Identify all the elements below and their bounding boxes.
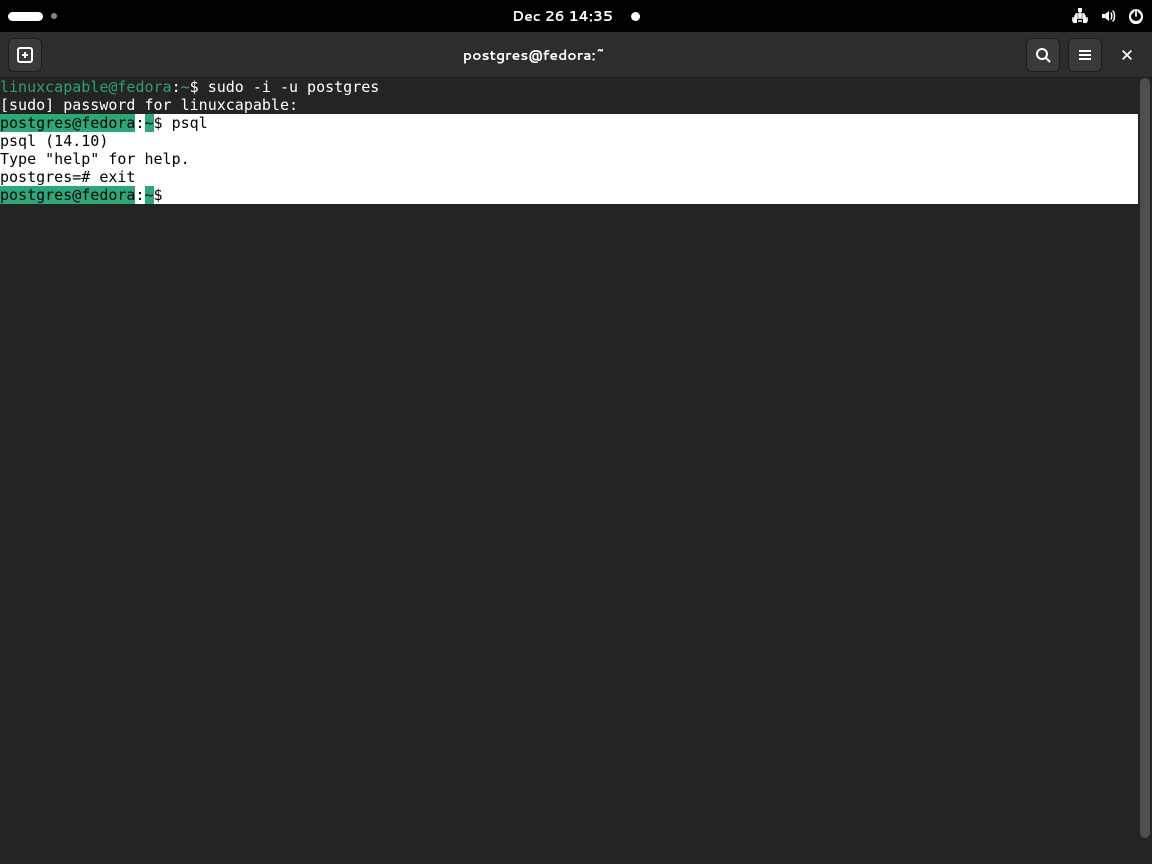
system-tray[interactable] (1072, 8, 1144, 24)
output-text: Type "help" for help. (0, 150, 190, 168)
terminal-line: postgres@fedora:~$ psql (0, 114, 1138, 132)
terminal-header-bar: postgres@fedora:~ (0, 32, 1152, 78)
search-button[interactable] (1026, 38, 1060, 72)
terminal-line: psql (14.10) (0, 132, 1138, 150)
prompt-user: postgres@fedora (0, 186, 135, 204)
prompt-user: linuxcapable@fedora (0, 78, 172, 96)
volume-icon (1100, 8, 1116, 24)
hamburger-icon (1077, 47, 1093, 63)
terminal-line: postgres@fedora:~$ (0, 186, 1138, 204)
close-icon (1120, 48, 1134, 62)
notification-dot-icon (631, 12, 640, 21)
workspace-dot-icon (51, 13, 57, 19)
terminal-line: linuxcapable@fedora:~$ sudo -i -u postgr… (0, 78, 1138, 96)
close-button[interactable] (1110, 38, 1144, 72)
window-title: postgres@fedora:~ (50, 45, 1018, 65)
plus-box-icon (17, 47, 33, 63)
gnome-top-bar: Dec 26 14:35 (0, 0, 1152, 32)
scrollbar-thumb[interactable] (1140, 78, 1150, 838)
command-text: sudo -i -u postgres (208, 78, 380, 96)
network-icon (1072, 8, 1088, 24)
datetime-label: Dec 26 14:35 (512, 6, 613, 26)
menu-button[interactable] (1068, 38, 1102, 72)
power-icon (1128, 8, 1144, 24)
prompt-dollar: $ (154, 186, 172, 204)
terminal-viewport: linuxcapable@fedora:~$ sudo -i -u postgr… (0, 78, 1152, 864)
activities-area[interactable] (8, 12, 57, 21)
prompt-path: ~ (145, 186, 154, 204)
command-text: psql (172, 114, 208, 132)
output-text: psql (14.10) (0, 132, 108, 150)
prompt-colon: : (135, 186, 144, 204)
terminal-line: Type "help" for help. (0, 150, 1138, 168)
terminal-line: [sudo] password for linuxcapable: (0, 96, 1138, 114)
output-text: postgres=# exit (0, 168, 135, 186)
prompt-colon: : (135, 114, 144, 132)
terminal-line: postgres=# exit (0, 168, 1138, 186)
prompt-user: postgres@fedora (0, 114, 135, 132)
new-tab-button[interactable] (8, 38, 42, 72)
prompt-colon: : (172, 78, 181, 96)
prompt-dollar: $ (154, 114, 172, 132)
prompt-path: ~ (181, 78, 190, 96)
search-icon (1035, 47, 1051, 63)
prompt-dollar: $ (190, 78, 208, 96)
clock-area[interactable]: Dec 26 14:35 (512, 6, 640, 26)
activities-pill-icon (8, 12, 43, 21)
terminal-scrollbar[interactable] (1138, 78, 1152, 864)
prompt-path: ~ (145, 114, 154, 132)
terminal-output[interactable]: linuxcapable@fedora:~$ sudo -i -u postgr… (0, 78, 1138, 864)
